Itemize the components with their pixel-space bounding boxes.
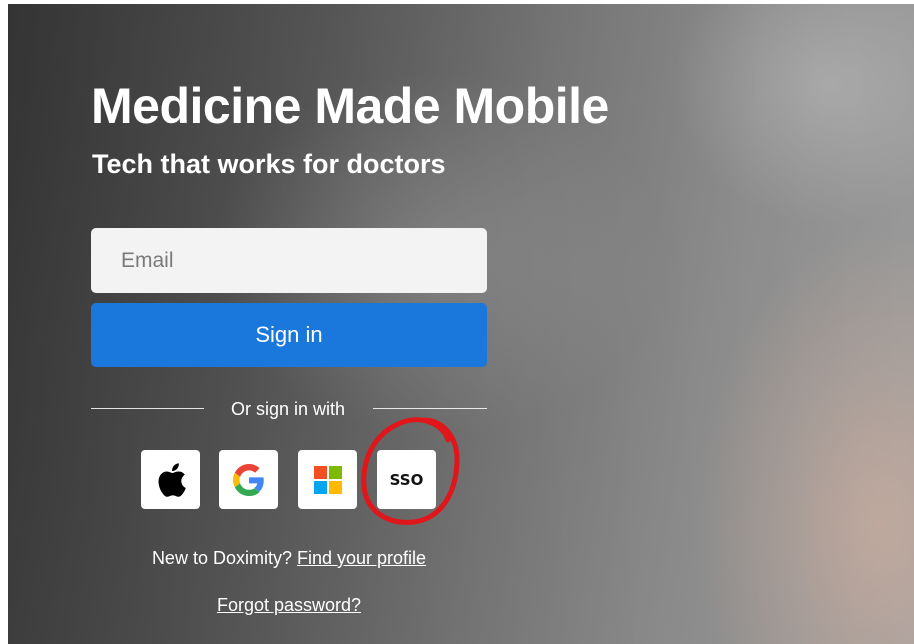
new-user-row: New to Doximity? Find your profile (91, 546, 487, 570)
apple-icon (158, 462, 186, 497)
google-icon (232, 463, 264, 496)
page-title: Medicine Made Mobile (91, 78, 609, 134)
email-input[interactable] (91, 228, 487, 293)
divider-line-right (373, 408, 487, 409)
forgot-password-link[interactable]: Forgot password? (217, 595, 361, 615)
divider-line-left (91, 408, 204, 409)
alt-signin-label: Or sign in with (230, 399, 346, 419)
page-subtitle: Tech that works for doctors (92, 149, 446, 179)
apple-signin-button[interactable] (141, 450, 200, 509)
google-signin-button[interactable] (219, 450, 278, 509)
sso-signin-button[interactable]: SSO (377, 450, 436, 509)
sign-in-button[interactable]: Sign in (91, 303, 487, 367)
find-profile-link[interactable]: Find your profile (297, 548, 426, 568)
sso-label: SSO (389, 470, 424, 489)
forgot-password-row: Forgot password? (91, 593, 487, 617)
new-user-text: New to Doximity? (151, 548, 292, 568)
microsoft-icon (313, 465, 342, 494)
microsoft-signin-button[interactable] (298, 450, 357, 509)
